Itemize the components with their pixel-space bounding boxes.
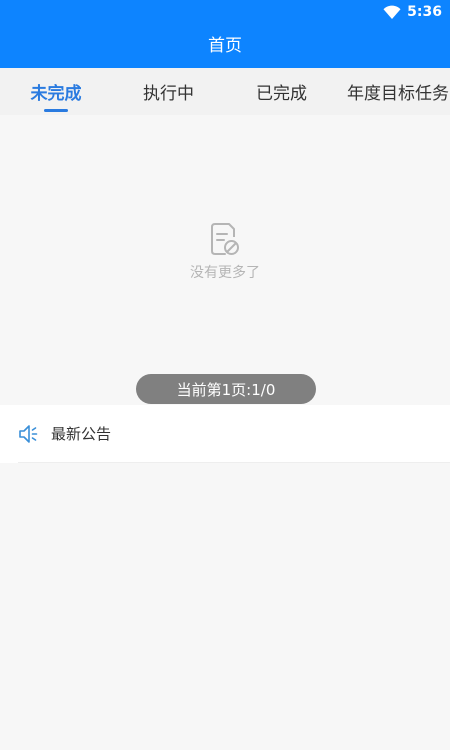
tab-completed[interactable]: 已完成	[225, 68, 338, 115]
tab-annual-goals[interactable]: 年度目标任务	[338, 68, 450, 115]
divider	[18, 462, 450, 463]
speaker-icon	[18, 423, 40, 445]
announcement-bar[interactable]: 最新公告	[0, 405, 450, 463]
announcement-title: 最新公告	[51, 425, 112, 443]
wifi-icon	[383, 5, 401, 19]
empty-message: 没有更多了	[190, 265, 260, 281]
empty-document-icon	[209, 222, 241, 256]
tab-in-progress[interactable]: 执行中	[112, 68, 225, 115]
page-title: 首页	[208, 36, 242, 56]
active-tab-indicator	[44, 109, 68, 112]
pagination-toast: 当前第1页:1/0	[136, 374, 316, 404]
app-header: 首页	[0, 24, 450, 68]
status-indicators: 5:36	[383, 3, 442, 21]
status-time: 5:36	[407, 4, 442, 20]
tab-incomplete[interactable]: 未完成	[0, 68, 112, 115]
empty-state: 没有更多了	[0, 222, 450, 282]
status-bar: 5:36	[0, 0, 450, 24]
tab-bar: 未完成 执行中 已完成 年度目标任务	[0, 68, 450, 115]
